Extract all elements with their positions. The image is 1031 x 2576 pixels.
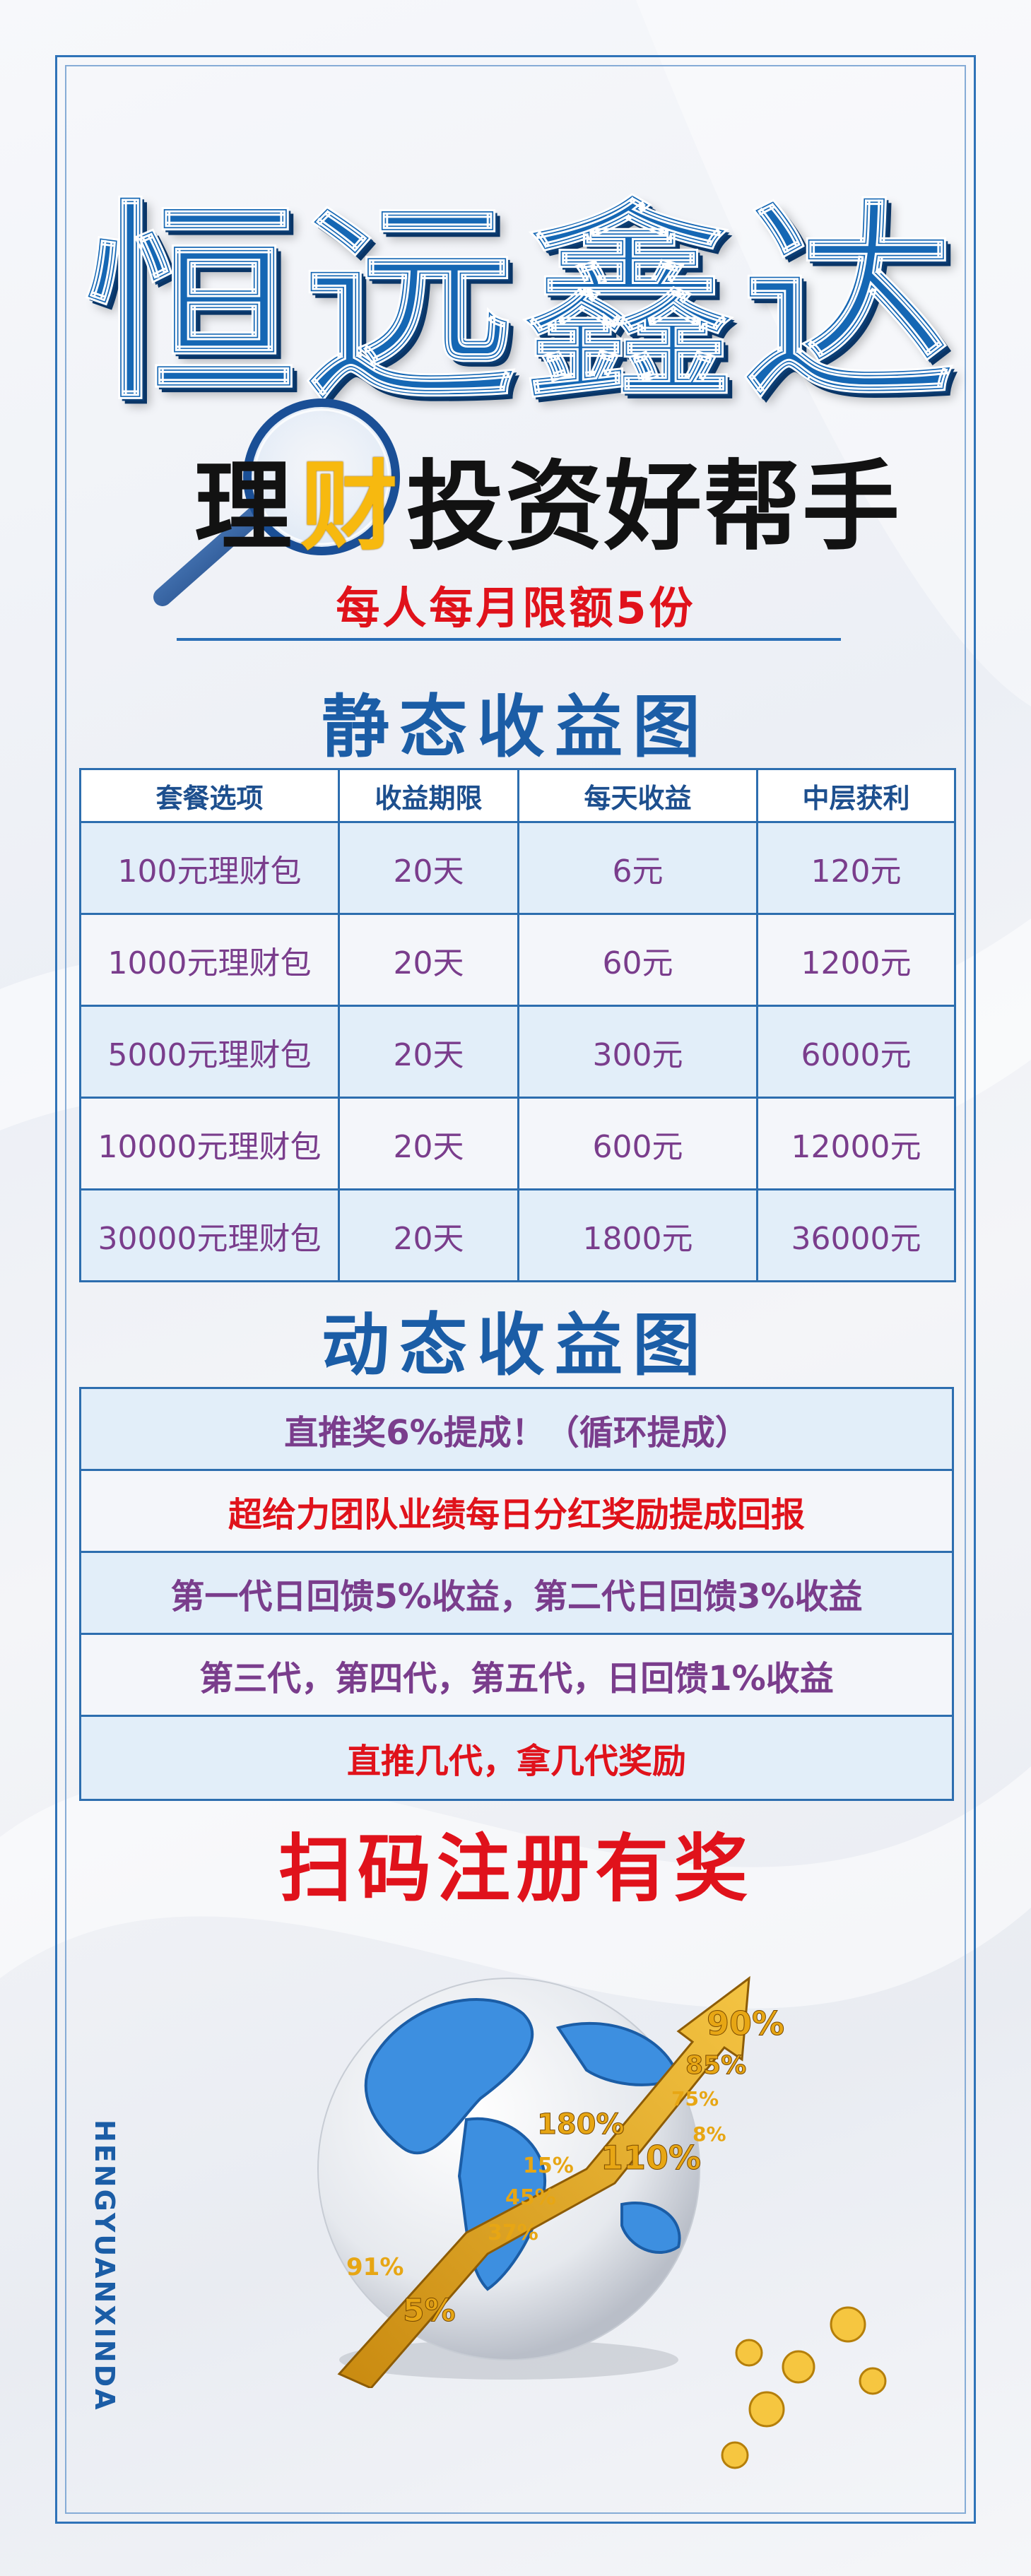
slogan: 理 财 投资好帮手: [194, 438, 900, 564]
slogan-accent: 财: [300, 450, 400, 564]
dynamic-income-list: 直推奖6%提成！（循环提成） 超给力团队业绩每日分红奖励提成回报 第一代日回馈5…: [79, 1387, 954, 1801]
register-cta: 扫码注册有奖: [278, 1824, 753, 1912]
list-item: 第三代，第四代，第五代，日回馈1%收益: [81, 1635, 952, 1717]
daily-income-cell: 60元: [517, 913, 758, 1007]
package-cell: 100元理财包: [79, 821, 340, 915]
title-divider: [177, 638, 841, 641]
table-row: 10000元理财包 20天 600元 12000元: [79, 1097, 956, 1190]
profit-cell: 36000元: [756, 1188, 956, 1282]
profit-cell: 1200元: [756, 913, 956, 1007]
growth-label: 180%: [537, 2108, 625, 2141]
coin-icon: [721, 2306, 887, 2469]
package-cell: 30000元理财包: [79, 1188, 340, 1282]
table-header-row: 套餐选项 收益期限 每天收益 中层获利: [79, 768, 956, 823]
column-header: 套餐选项: [79, 768, 340, 823]
table-row: 5000元理财包 20天 300元 6000元: [79, 1005, 956, 1099]
growth-label: 75%: [671, 2087, 719, 2110]
slogan-prefix: 理: [194, 450, 293, 564]
growth-label: 90%: [707, 2004, 784, 2043]
table-row: 30000元理财包 20天 1800元 36000元: [79, 1188, 956, 1282]
term-cell: 20天: [338, 821, 519, 915]
slogan-suffix: 投资好帮手: [406, 450, 902, 564]
term-cell: 20天: [338, 1005, 519, 1099]
profit-cell: 120元: [756, 821, 956, 915]
list-item: 直推奖6%提成！（循环提成）: [81, 1389, 952, 1471]
limit-notice: 每人每月限额5份: [336, 582, 696, 634]
list-item: 第一代日回馈5%收益，第二代日回馈3%收益: [81, 1553, 952, 1635]
column-header: 每天收益: [517, 768, 758, 823]
profit-cell: 6000元: [756, 1005, 956, 1099]
vertical-brand: HENGYUANXINDA: [89, 2120, 120, 2412]
growth-label: 37%: [488, 2221, 538, 2245]
column-header: 中层获利: [756, 768, 956, 823]
growth-label: 15%: [523, 2153, 574, 2178]
static-income-table: 套餐选项 收益期限 每天收益 中层获利 100元理财包 20天 6元 120元 …: [79, 768, 956, 1282]
static-section-title: 静态收益图: [322, 687, 710, 767]
growth-label: 8%: [693, 2122, 726, 2146]
package-cell: 1000元理财包: [79, 913, 340, 1007]
daily-income-cell: 600元: [517, 1097, 758, 1190]
growth-label: 85%: [685, 2051, 746, 2080]
term-cell: 20天: [338, 1097, 519, 1190]
daily-income-cell: 300元: [517, 1005, 758, 1099]
growth-label: 91%: [346, 2253, 403, 2281]
column-header: 收益期限: [338, 768, 519, 823]
table-row: 1000元理财包 20天 60元 1200元: [79, 913, 956, 1007]
term-cell: 20天: [338, 1188, 519, 1282]
package-cell: 5000元理财包: [79, 1005, 340, 1099]
term-cell: 20天: [338, 913, 519, 1007]
brand-title: 恒远鑫达: [84, 181, 961, 430]
profit-cell: 12000元: [756, 1097, 956, 1190]
daily-income-cell: 6元: [517, 821, 758, 915]
list-item: 超给力团队业绩每日分红奖励提成回报: [81, 1471, 952, 1553]
list-item: 直推几代，拿几代奖励: [81, 1717, 952, 1799]
package-cell: 10000元理财包: [79, 1097, 340, 1190]
growth-label: 110%: [601, 2139, 701, 2177]
table-row: 100元理财包 20天 6元 120元: [79, 821, 956, 915]
dynamic-section-title: 动态收益图: [322, 1305, 710, 1385]
daily-income-cell: 1800元: [517, 1188, 758, 1282]
growth-label: 45%: [505, 2185, 556, 2210]
growth-label: 5%: [403, 2293, 456, 2329]
